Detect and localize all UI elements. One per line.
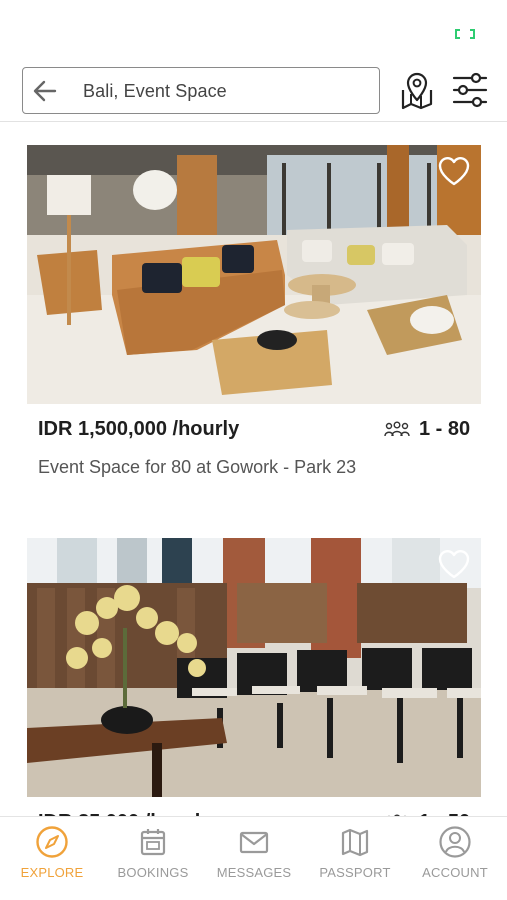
listing-card[interactable]: IDR 85,000 /hourly 1 - 50 <box>27 538 481 842</box>
filter-sliders-icon[interactable] <box>450 72 490 108</box>
tab-label: BOOKINGS <box>117 865 189 880</box>
calendar-icon <box>140 829 166 856</box>
tab-passport[interactable]: PASSPORT <box>305 823 405 893</box>
bottom-tab-bar: EXPLORE BOOKINGS MESSAGES PASSPORT ACCOU… <box>0 816 507 900</box>
tab-label: PASSPORT <box>319 865 391 880</box>
listing-summary: IDR 1,500,000 /hourly 1 - 80 Event Space… <box>27 413 481 477</box>
people-icon <box>384 421 410 437</box>
search-header: Bali, Event Space <box>0 60 507 122</box>
envelope-icon <box>239 831 269 854</box>
tab-account[interactable]: ACCOUNT <box>405 823 505 893</box>
favorite-heart-icon[interactable] <box>437 548 471 580</box>
event-hall-photo <box>27 538 481 797</box>
tab-bookings[interactable]: BOOKINGS <box>103 823 203 893</box>
map-icon <box>341 828 369 857</box>
tab-label: MESSAGES <box>216 865 292 880</box>
map-pin-icon[interactable] <box>398 70 436 110</box>
search-query-text: Bali, Event Space <box>83 81 227 101</box>
tab-label: EXPLORE <box>20 865 84 880</box>
listing-photo[interactable] <box>27 145 481 404</box>
tab-explore[interactable]: EXPLORE <box>2 823 102 893</box>
user-circle-icon <box>439 826 471 858</box>
tab-messages[interactable]: MESSAGES <box>204 823 304 893</box>
listing-price: IDR 1,500,000 /hourly <box>38 418 240 440</box>
listing-card[interactable]: IDR 1,500,000 /hourly 1 - 80 Event Space… <box>27 145 481 477</box>
favorite-heart-icon[interactable] <box>437 155 471 187</box>
listing-name: Event Space for 80 at Gowork - Park 23 <box>38 457 357 477</box>
compass-icon <box>36 826 68 858</box>
listing-capacity: 1 - 80 <box>419 418 471 440</box>
back-arrow-icon[interactable] <box>31 78 59 104</box>
screen-record-icon <box>455 29 475 39</box>
listing-photo[interactable] <box>27 538 481 797</box>
search-input[interactable]: Bali, Event Space <box>22 67 380 114</box>
tab-label: ACCOUNT <box>422 865 488 880</box>
lounge-photo <box>27 145 481 404</box>
